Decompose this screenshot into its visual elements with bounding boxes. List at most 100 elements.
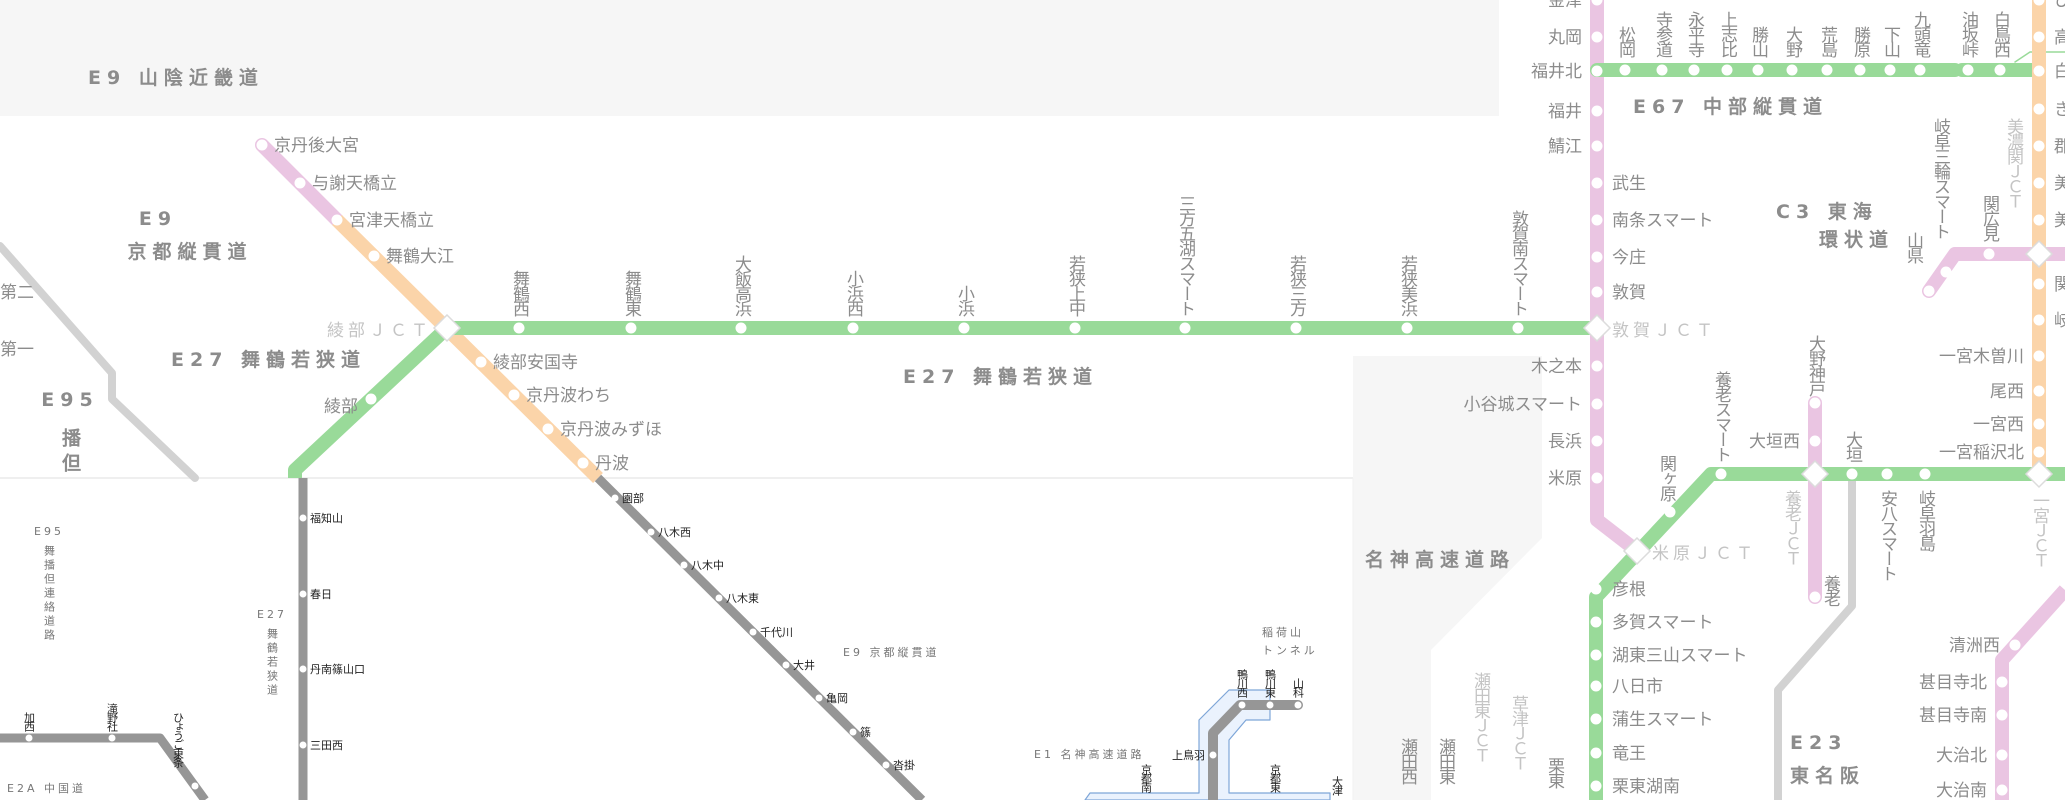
station-marker[interactable] (1591, 251, 1603, 263)
station-marker[interactable] (1688, 64, 1700, 76)
station-marker[interactable] (2033, 350, 2045, 362)
station-marker[interactable] (299, 590, 307, 598)
station-marker[interactable] (1591, 472, 1603, 484)
junction-tsuruga[interactable] (1582, 313, 1612, 343)
station-marker[interactable] (1996, 709, 2008, 721)
station-marker[interactable] (1809, 397, 1821, 409)
station-marker[interactable] (647, 528, 655, 536)
station-marker[interactable] (294, 177, 306, 189)
station-marker[interactable] (1721, 64, 1733, 76)
station-marker[interactable] (2033, 103, 2045, 115)
station-marker[interactable] (1069, 322, 1081, 334)
station-marker[interactable] (1591, 105, 1603, 117)
station-marker[interactable] (1591, 65, 1603, 77)
route-left-gray[interactable] (0, 242, 199, 482)
station-marker[interactable] (1786, 64, 1798, 76)
station-marker[interactable] (1590, 747, 1602, 759)
station-marker[interactable] (847, 322, 859, 334)
station-marker[interactable] (1994, 64, 2006, 76)
station-marker[interactable] (749, 628, 757, 636)
station-marker[interactable] (299, 741, 307, 749)
inset-route-e9[interactable] (594, 474, 926, 800)
station-marker[interactable] (1996, 784, 2008, 796)
station-marker[interactable] (680, 561, 688, 569)
station-marker[interactable] (1179, 322, 1191, 334)
station-marker[interactable] (256, 139, 268, 151)
station-marker[interactable] (2033, 278, 2045, 290)
station-marker[interactable] (1591, 360, 1603, 372)
station-marker[interactable] (1590, 713, 1602, 725)
station-marker[interactable] (1591, 214, 1603, 226)
station-marker[interactable] (1983, 248, 1995, 260)
route-c3-south[interactable] (1995, 585, 2065, 800)
station-marker[interactable] (513, 322, 525, 334)
station-marker[interactable] (1591, 435, 1603, 447)
station-marker[interactable] (1809, 591, 1821, 603)
station-marker[interactable] (1590, 616, 1602, 628)
station-marker[interactable] (1664, 506, 1676, 518)
station-marker[interactable] (2033, 385, 2045, 397)
station-marker[interactable] (1209, 751, 1217, 759)
station-marker[interactable] (715, 594, 723, 602)
station-marker[interactable] (1294, 701, 1302, 709)
station-marker[interactable] (1884, 64, 1896, 76)
station-marker[interactable] (508, 389, 520, 401)
station-marker[interactable] (625, 322, 637, 334)
station-marker[interactable] (1962, 64, 1974, 76)
station-marker[interactable] (1590, 649, 1602, 661)
junction-yoro[interactable] (1800, 459, 1830, 489)
expressway-route-map[interactable]: E9 山陰近畿道 E9 京都縦貫道 E27 舞鶴若狭道 E27 舞鶴若狭道 E95 播但 E6… (0, 0, 2065, 800)
station-marker[interactable] (1881, 468, 1893, 480)
station-marker[interactable] (735, 322, 747, 334)
station-marker[interactable] (1854, 64, 1866, 76)
station-marker[interactable] (1590, 583, 1602, 595)
station-marker[interactable] (2033, 177, 2045, 189)
station-marker[interactable] (2033, 31, 2045, 43)
station-marker[interactable] (368, 250, 380, 262)
station-marker[interactable] (1590, 780, 1602, 792)
station-marker[interactable] (1591, 286, 1603, 298)
station-marker[interactable] (1619, 64, 1631, 76)
station-marker[interactable] (299, 514, 307, 522)
station-marker[interactable] (611, 494, 619, 502)
station-marker[interactable] (1401, 322, 1413, 334)
station-marker[interactable] (2009, 639, 2021, 651)
station-marker[interactable] (331, 214, 343, 226)
station-marker[interactable] (1821, 64, 1833, 76)
station-marker[interactable] (1512, 322, 1524, 334)
station-marker[interactable] (1591, 140, 1603, 152)
station-marker[interactable] (299, 665, 307, 673)
station-marker[interactable] (1656, 64, 1668, 76)
station-marker[interactable] (2033, 418, 2045, 430)
station-marker[interactable] (1752, 64, 1764, 76)
station-marker[interactable] (191, 782, 199, 790)
station-marker[interactable] (108, 734, 116, 742)
route-hokuriku[interactable] (1590, 0, 1642, 557)
junction-minoseki[interactable] (2024, 239, 2054, 269)
station-marker[interactable] (2033, 446, 2045, 458)
station-marker[interactable] (2033, 314, 2045, 326)
station-marker[interactable] (542, 423, 554, 435)
station-marker[interactable] (1715, 468, 1727, 480)
station-marker[interactable] (2033, 65, 2045, 77)
station-marker[interactable] (25, 734, 33, 742)
station-marker[interactable] (2033, 214, 2045, 226)
station-marker[interactable] (1996, 749, 2008, 761)
station-marker[interactable] (1914, 64, 1926, 76)
station-marker[interactable] (365, 393, 377, 405)
station-marker[interactable] (577, 457, 589, 469)
station-marker[interactable] (1591, 177, 1603, 189)
station-marker[interactable] (1591, 398, 1603, 410)
junction-ichinomiya[interactable] (2024, 459, 2054, 489)
station-marker[interactable] (1809, 435, 1821, 447)
station-marker[interactable] (1238, 701, 1246, 709)
station-marker[interactable] (475, 356, 487, 368)
station-marker[interactable] (958, 322, 970, 334)
station-marker[interactable] (1590, 680, 1602, 692)
station-marker[interactable] (1591, 31, 1603, 43)
station-marker[interactable] (1996, 676, 2008, 688)
station-marker[interactable] (1846, 468, 1858, 480)
station-marker[interactable] (782, 661, 790, 669)
station-marker[interactable] (1940, 266, 1952, 278)
station-marker[interactable] (1266, 701, 1274, 709)
